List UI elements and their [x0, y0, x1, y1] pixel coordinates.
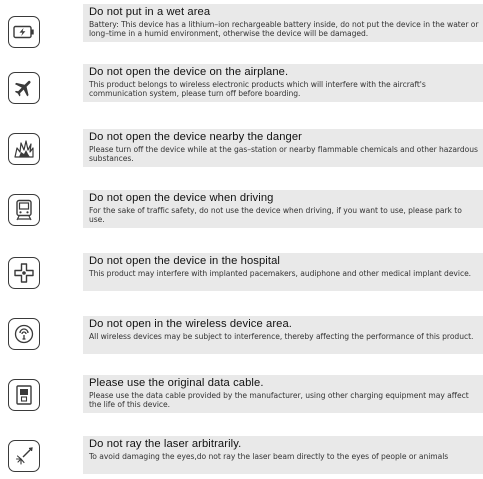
warning-title: Do not open the device in the hospital	[89, 255, 281, 267]
warning-description: Battery: This device has a lithium–ion r…	[89, 20, 479, 39]
usb-connector-icon	[8, 379, 40, 411]
train-icon	[8, 194, 40, 226]
warning-description: Please use the data cable provided by th…	[89, 391, 469, 410]
warning-description: To avoid damaging the eyes,do not ray th…	[89, 452, 449, 461]
warning-text-block: Do not open the device in the hospital T…	[83, 253, 483, 291]
warning-description: This product belongs to wireless electro…	[89, 80, 426, 99]
airplane-icon	[8, 72, 40, 104]
warning-title: Do not open in the wireless device area.	[89, 318, 293, 330]
battery-charging-icon	[8, 16, 40, 48]
warning-title: Do not ray the laser arbitrarily.	[89, 438, 242, 450]
warning-text-block: Do not open the device on the airplane. …	[83, 64, 483, 102]
warning-description: Please turn off the device while at the …	[89, 145, 478, 164]
wireless-signal-icon	[8, 318, 40, 350]
warning-title: Do not open the device on the airplane.	[89, 66, 289, 78]
warning-title: Do not open the device when driving	[89, 192, 274, 204]
warning-title: Please use the original data cable.	[89, 377, 264, 389]
warning-text-block: Do not open the device when driving For …	[83, 190, 483, 228]
warning-text-block: Do not open the device nearby the danger…	[83, 129, 483, 167]
warning-text-block: Do not open in the wireless device area.…	[83, 316, 483, 354]
hospital-cross-icon	[8, 257, 40, 289]
warning-text-block: Please use the original data cable. Plea…	[83, 375, 483, 413]
laser-icon	[8, 440, 40, 472]
warning-description: For the sake of traffic safety, do not u…	[89, 206, 462, 225]
warning-text-block: Do not put in a wet area Battery: This d…	[83, 4, 483, 42]
explosion-icon	[8, 133, 40, 165]
warning-description: All wireless devices may be subject to i…	[89, 332, 474, 341]
warning-description: This product may interfere with implante…	[89, 269, 472, 278]
warning-text-block: Do not ray the laser arbitrarily. To avo…	[83, 436, 483, 474]
warning-title: Do not open the device nearby the danger	[89, 131, 302, 143]
warning-title: Do not put in a wet area	[89, 6, 211, 18]
